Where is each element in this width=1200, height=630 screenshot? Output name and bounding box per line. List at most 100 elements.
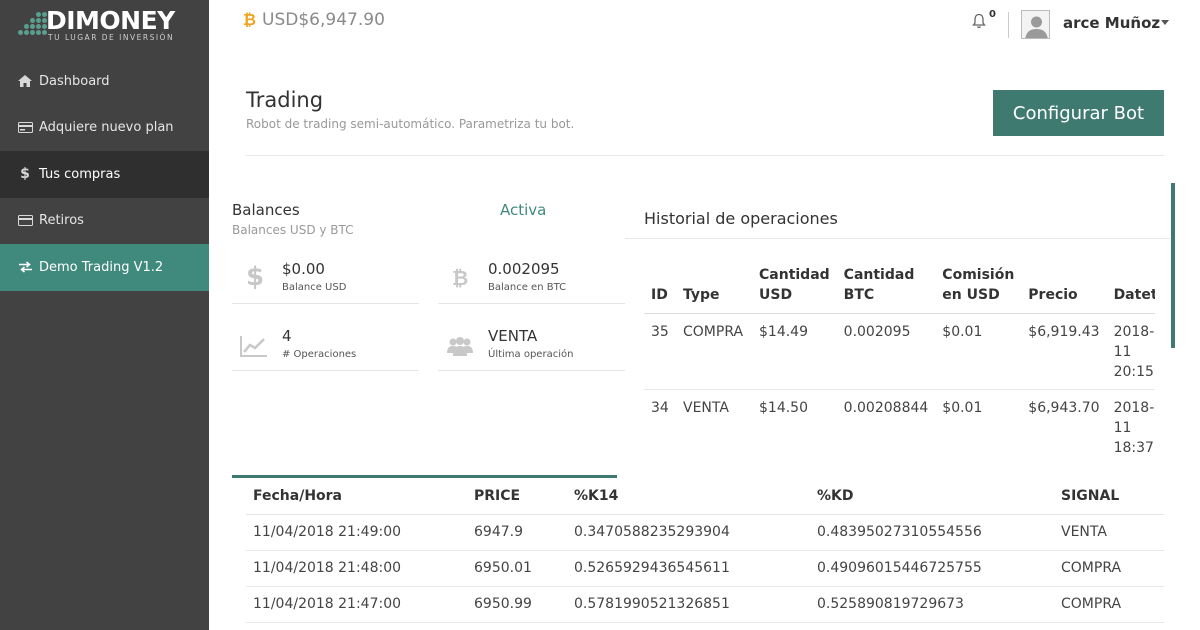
date-part: 2018-04- <box>1113 399 1155 416</box>
balances-title: Balances <box>232 201 300 219</box>
column-header: Fecha/Hora <box>246 478 467 515</box>
sidebar-item-label: Adquiere nuevo plan <box>39 120 174 136</box>
history-table-scroll[interactable]: ID Type Cantidad USD Cantidad BTC Comisi… <box>644 240 1155 465</box>
page-subtitle: Robot de trading semi-automático. Parame… <box>246 117 575 131</box>
dollar-icon: $ <box>20 166 30 183</box>
app-root: DIMONEY TU LUGAR DE INVERSIÓN Dashboard … <box>0 0 1200 630</box>
column-header: ID <box>644 240 676 314</box>
brand-logo[interactable]: DIMONEY TU LUGAR DE INVERSIÓN <box>0 0 209 48</box>
brand-tagline: TU LUGAR DE INVERSIÓN <box>48 33 175 42</box>
operations-count: 4 <box>282 327 292 345</box>
home-icon <box>17 75 33 88</box>
bell-icon[interactable] <box>972 13 986 33</box>
exchange-icon <box>17 261 33 273</box>
topbar-divider <box>1008 12 1009 38</box>
user-name[interactable]: arce Muñoz <box>1063 14 1160 32</box>
column-header: SIGNAL <box>1054 478 1164 515</box>
configure-bot-button[interactable]: Configurar Bot <box>993 90 1164 136</box>
card-icon <box>17 122 33 134</box>
table-row: 11/04/2018 21:47:00 6950.99 0.5781990521… <box>246 586 1164 623</box>
column-header: Cantidad USD <box>752 240 837 314</box>
balance-card-operations: 4 # Operaciones <box>232 325 419 371</box>
cell-datetime: 2018-04- 11 18:37:00 <box>1106 389 1155 465</box>
sidebar-item-compras[interactable]: $ Tus compras <box>0 151 209 198</box>
cell-btc: 0.00208844 <box>836 389 936 465</box>
cell-datetime: 11/04/2018 21:47:00 <box>246 586 467 623</box>
bitcoin-icon: ₿ <box>452 266 469 290</box>
cell-kd: 0.525890819729673 <box>810 586 1054 623</box>
balances-subtitle: Balances USD y BTC <box>232 223 354 237</box>
cell-k14: 0.3470588235293904 <box>567 514 810 551</box>
history-divider <box>625 238 1170 239</box>
dollar-icon: $ <box>246 262 265 292</box>
date-part: 2018-04- <box>1113 323 1155 340</box>
balance-card-last-op: VENTA Última operación <box>438 325 625 371</box>
cell-fee: $0.01 <box>935 313 1022 390</box>
history-table: ID Type Cantidad USD Cantidad BTC Comisi… <box>644 240 1155 465</box>
balance-btc-label: Balance en BTC <box>488 282 567 293</box>
cell-usd: $14.50 <box>752 389 837 465</box>
btc-price: USD$6,947.90 <box>262 10 385 30</box>
cell-type: COMPRA <box>676 313 752 390</box>
sidebar-item-dashboard[interactable]: Dashboard <box>0 58 209 105</box>
cell-price: 6950.99 <box>467 586 567 623</box>
time-part: 20:15:00 <box>1113 363 1155 380</box>
bitcoin-icon: ₿ <box>243 10 257 29</box>
column-header: %K14 <box>567 478 810 515</box>
notification-count: 0 <box>989 9 996 20</box>
signals-table: Fecha/Hora PRICE %K14 %KD SIGNAL 11/04/2… <box>246 478 1164 623</box>
sidebar: DIMONEY TU LUGAR DE INVERSIÓN Dashboard … <box>0 0 209 630</box>
cell-price: $6,919.43 <box>1021 313 1107 390</box>
balance-usd-label: Balance USD <box>282 282 347 293</box>
cell-btc: 0.002095 <box>836 313 936 390</box>
table-row: 35 COMPRA $14.49 0.002095 $0.01 $6,919.4… <box>644 313 1155 390</box>
scrollbar[interactable] <box>1171 183 1175 348</box>
cell-price: $6,943.70 <box>1021 389 1107 465</box>
table-row: 11/04/2018 21:49:00 6947.9 0.34705882352… <box>246 514 1164 551</box>
sidebar-item-label: Demo Trading V1.2 <box>39 259 164 275</box>
table-row: 34 VENTA $14.50 0.00208844 $0.01 $6,943.… <box>644 389 1155 465</box>
operations-label: # Operaciones <box>282 349 357 360</box>
top-bar: ₿ USD$6,947.90 0 arce Muñoz <box>209 0 1200 44</box>
brand-name: DIMONEY <box>46 6 175 35</box>
sidebar-item-plan[interactable]: Adquiere nuevo plan <box>0 105 209 152</box>
page-title: Trading <box>246 88 324 112</box>
logo-dots-icon <box>16 10 47 36</box>
column-header: Precio <box>1021 240 1107 314</box>
cell-datetime: 11/04/2018 21:48:00 <box>246 550 467 587</box>
status-badge: Activa <box>500 201 547 219</box>
cell-id: 35 <box>644 313 676 390</box>
avatar[interactable] <box>1021 10 1050 39</box>
chevron-down-icon[interactable] <box>1161 20 1169 25</box>
column-header: Type <box>676 240 752 314</box>
btc-price-display: ₿ USD$6,947.90 <box>243 10 385 30</box>
wallet-icon <box>17 215 33 227</box>
sidebar-item-label: Tus compras <box>39 166 121 182</box>
sidebar-item-label: Dashboard <box>39 73 110 89</box>
last-operation-value: VENTA <box>488 327 538 345</box>
table-row: 11/04/2018 21:48:00 6950.01 0.5265929436… <box>246 550 1164 587</box>
time-part: 18:37:00 <box>1113 439 1155 456</box>
column-header: PRICE <box>467 478 567 515</box>
sidebar-nav: Dashboard Adquiere nuevo plan $ Tus comp… <box>0 58 209 291</box>
cell-signal: COMPRA <box>1054 586 1164 623</box>
cell-datetime: 11/04/2018 21:49:00 <box>246 514 467 551</box>
balance-card-btc: ₿ 0.002095 Balance en BTC <box>438 258 625 304</box>
column-header: Datetime <box>1106 240 1155 314</box>
sidebar-item-demo-trading[interactable]: Demo Trading V1.2 <box>0 244 209 291</box>
column-header: Cantidad BTC <box>836 240 936 314</box>
column-header: Comisión en USD <box>935 240 1022 314</box>
column-header: %KD <box>810 478 1054 515</box>
cell-fee: $0.01 <box>935 389 1022 465</box>
cell-kd: 0.49096015446725755 <box>810 550 1054 587</box>
sidebar-item-retiros[interactable]: Retiros <box>0 198 209 245</box>
last-operation-label: Última operación <box>488 349 574 360</box>
cell-kd: 0.48395027310554556 <box>810 514 1054 551</box>
header-divider <box>246 155 1164 156</box>
cell-type: VENTA <box>676 389 752 465</box>
balance-usd-value: $0.00 <box>282 260 325 278</box>
cell-price: 6950.01 <box>467 550 567 587</box>
cell-price: 6947.9 <box>467 514 567 551</box>
cell-k14: 0.5781990521326851 <box>567 586 810 623</box>
sidebar-item-label: Retiros <box>39 213 84 229</box>
